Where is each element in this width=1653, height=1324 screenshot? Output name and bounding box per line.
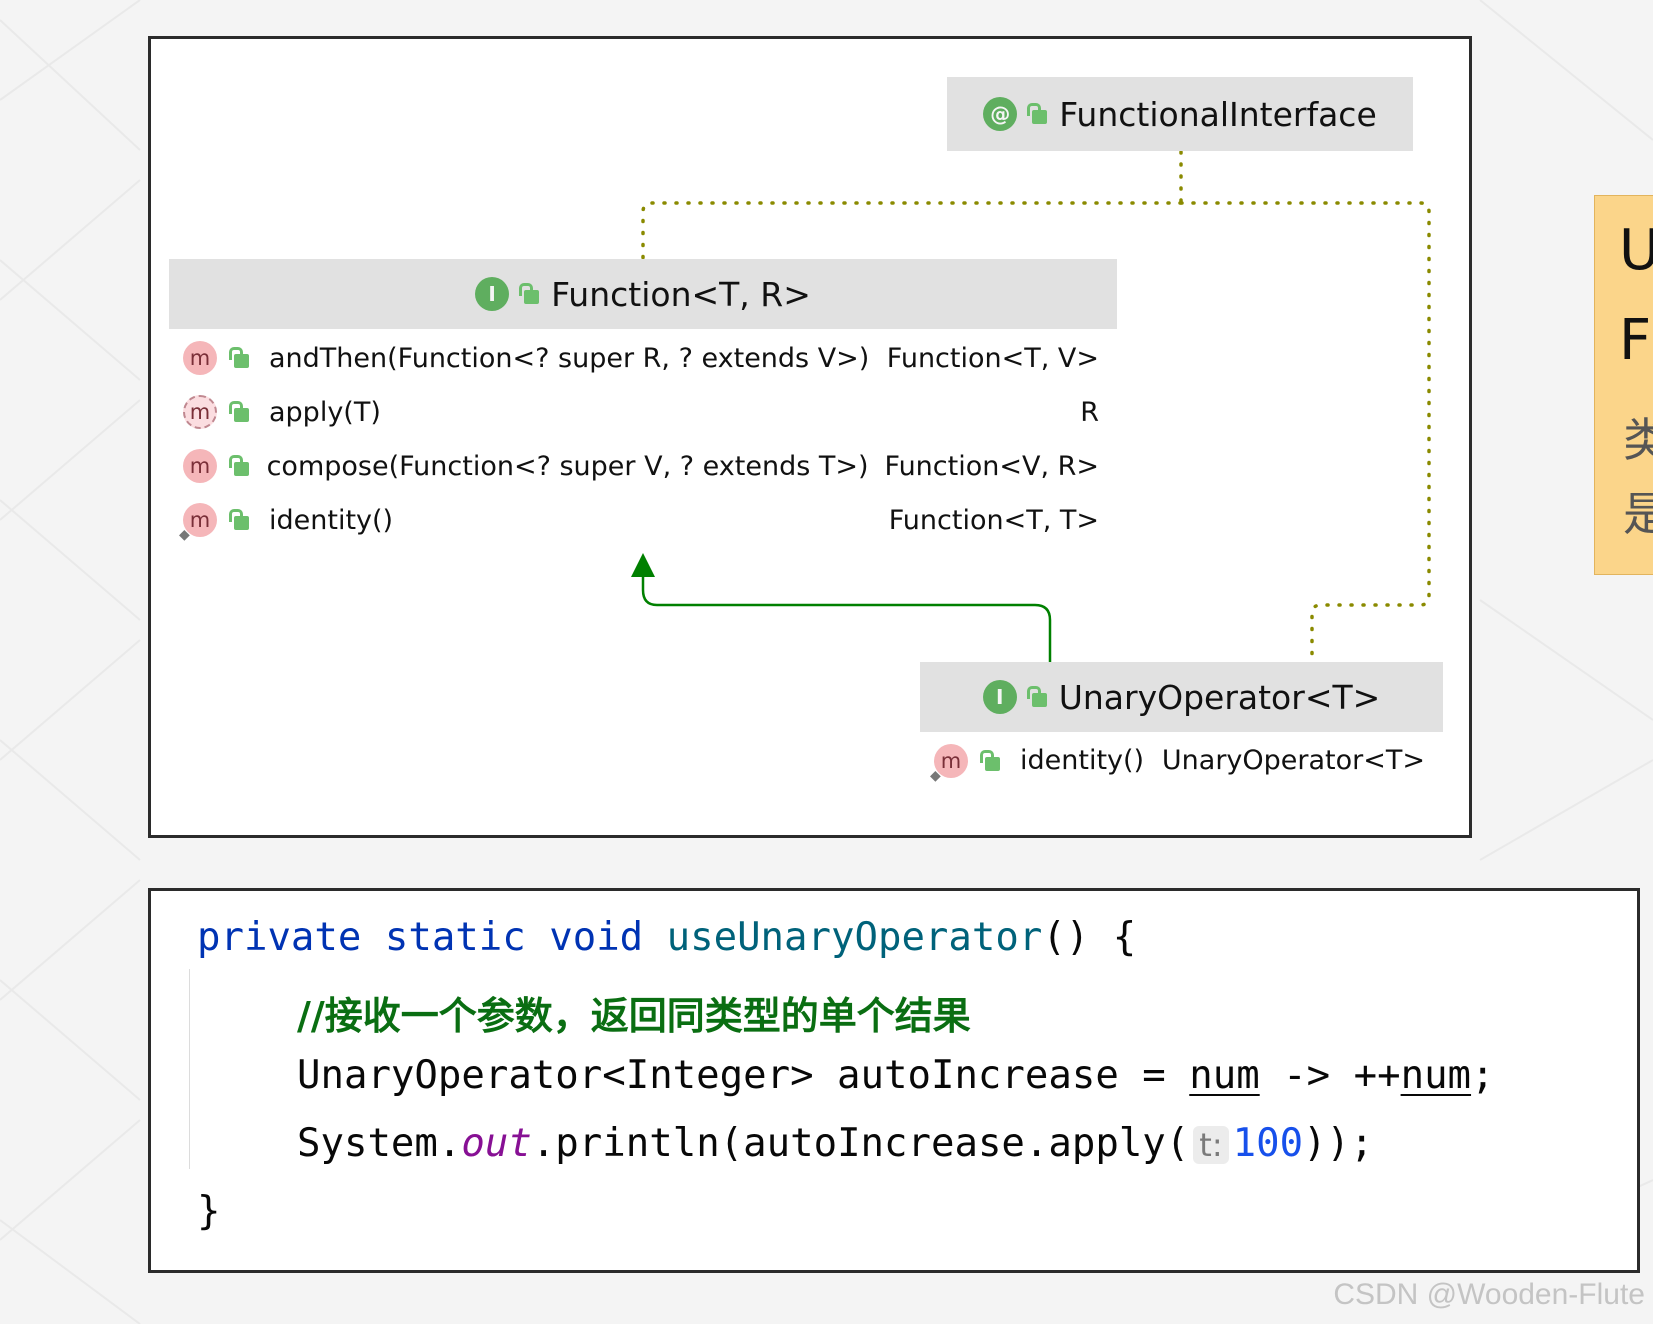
keyword-void: void xyxy=(549,915,644,960)
public-lock-icon xyxy=(229,509,249,531)
out-field: out xyxy=(461,1121,532,1166)
public-lock-icon xyxy=(229,401,249,423)
interface-badge-icon: I xyxy=(982,680,1017,714)
method-return-type: R xyxy=(1080,396,1099,428)
method-icon: m xyxy=(183,449,217,483)
method-return-type: Function<T, T> xyxy=(888,504,1099,536)
method-parens-brace: () { xyxy=(1042,915,1137,960)
static-method-icon: m ◆ xyxy=(930,743,968,784)
system-class: System. xyxy=(297,1121,462,1166)
method-return-type: UnaryOperator<T> xyxy=(1161,745,1425,776)
function-interface-title: Function<T, R> xyxy=(551,274,811,314)
method-row[interactable]: m compose(Function<? super V, ? extends … xyxy=(169,439,1117,493)
static-pin-icon: ◆ xyxy=(179,527,190,543)
method-signature: compose(Function<? super V, ? extends T>… xyxy=(266,450,869,482)
annotation-badge-icon: @ xyxy=(983,97,1018,131)
method-return-type: Function<T, V> xyxy=(886,342,1099,374)
method-signature: andThen(Function<? super R, ? extends V>… xyxy=(269,342,870,374)
method-signature: apply(T) xyxy=(269,396,381,428)
code-panel: private static void useUnaryOperator() {… xyxy=(148,888,1640,1273)
code-comment: //接收一个参数，返回同类型的单个结果 xyxy=(297,994,971,1038)
watermark: CSDN @Wooden-Flute xyxy=(1333,1278,1645,1311)
lambda-param-use: num xyxy=(1400,1053,1472,1098)
method-row[interactable]: m ◆ identity() UnaryOperator<T> xyxy=(920,732,1443,789)
public-lock-icon xyxy=(519,283,540,305)
parameter-hint: t: xyxy=(1193,1126,1229,1164)
closing-parens: )); xyxy=(1303,1121,1374,1166)
public-lock-icon xyxy=(229,455,249,477)
public-lock-icon xyxy=(1027,103,1048,125)
declaration-text: UnaryOperator<Integer> autoIncrease = xyxy=(297,1053,1190,1098)
function-interface-header: I Function<T, R> xyxy=(169,259,1117,329)
method-icon: m xyxy=(183,341,217,375)
unary-operator-node[interactable]: I UnaryOperator<T> m ◆ identity() UnaryO… xyxy=(920,662,1443,791)
public-lock-icon xyxy=(229,347,249,369)
keyword-private: private xyxy=(197,915,362,960)
side-note-line: 是 xyxy=(1623,478,1653,544)
static-pin-icon: ◆ xyxy=(930,767,941,784)
method-row[interactable]: m ◆ identity() Function<T, T> xyxy=(169,493,1117,547)
function-method-list: m andThen(Function<? super R, ? extends … xyxy=(169,329,1117,547)
side-note-line: U xyxy=(1619,218,1653,283)
code-closing-brace: } xyxy=(197,1189,221,1234)
keyword-static: static xyxy=(384,915,526,960)
static-method-icon: m ◆ xyxy=(179,503,217,543)
functional-interface-node[interactable]: @ FunctionalInterface xyxy=(947,77,1413,151)
number-literal: 100 xyxy=(1232,1121,1304,1166)
method-row[interactable]: m andThen(Function<? super R, ? extends … xyxy=(169,331,1117,385)
method-signature: identity() xyxy=(269,504,394,536)
side-note-line: F xyxy=(1619,308,1652,373)
functional-interface-title: FunctionalInterface xyxy=(1059,94,1377,134)
method-row[interactable]: m apply(T) R xyxy=(169,385,1117,439)
function-interface-node[interactable]: I Function<T, R> m andThen(Function<? su… xyxy=(169,259,1117,550)
public-lock-icon xyxy=(980,749,1000,772)
method-signature: identity() xyxy=(1020,745,1145,776)
method-name: useUnaryOperator xyxy=(666,915,1043,960)
lambda-param: num xyxy=(1189,1053,1260,1098)
code-line-method-signature: private static void useUnaryOperator() { xyxy=(197,915,1136,960)
side-note: U F 类 是 xyxy=(1594,195,1653,575)
unary-operator-header: I UnaryOperator<T> xyxy=(920,662,1443,732)
interface-badge-icon: I xyxy=(475,277,510,311)
unary-operator-title: UnaryOperator<T> xyxy=(1058,677,1381,717)
method-icon-letter: m xyxy=(940,748,962,773)
public-lock-icon xyxy=(1026,686,1047,708)
println-call: .println(autoIncrease.apply( xyxy=(531,1121,1190,1166)
method-return-type: Function<V, R> xyxy=(884,450,1099,482)
semicolon: ; xyxy=(1471,1053,1495,1098)
method-icon-letter: m xyxy=(189,508,211,532)
lambda-arrow: -> ++ xyxy=(1259,1053,1401,1098)
indent-guide xyxy=(189,969,190,1169)
abstract-method-icon: m xyxy=(183,395,217,429)
code-line-println: System.out.println(autoIncrease.apply(t:… xyxy=(297,1121,1374,1166)
code-line-declaration: UnaryOperator<Integer> autoIncrease = nu… xyxy=(297,1053,1495,1098)
side-note-line: 类 xyxy=(1623,404,1653,470)
functional-interface-header: @ FunctionalInterface xyxy=(947,77,1413,151)
